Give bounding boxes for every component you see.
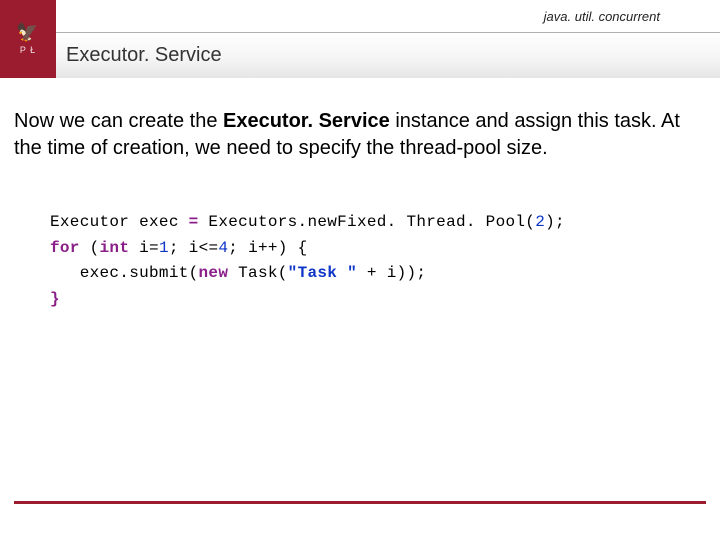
footer-rule (14, 501, 706, 504)
supertitle: java. util. concurrent (56, 0, 720, 32)
code-token: Fixed. Thread. Pool (337, 213, 525, 231)
code-block: Executor exec = Executors.newFixed. Thre… (50, 210, 706, 312)
code-number: 1 (159, 239, 169, 257)
code-token: i= (129, 239, 159, 257)
code-string: "Task " (288, 264, 357, 282)
code-line-4: } (50, 287, 706, 313)
eagle-icon: 🦅 (16, 23, 39, 41)
logo-letters: P Ł (20, 45, 36, 55)
code-token: ; i++) { (228, 239, 307, 257)
code-keyword: for (50, 239, 80, 257)
code-token: ; i<= (169, 239, 219, 257)
para-bold: Executor. Service (223, 110, 390, 132)
code-token: ); (545, 213, 565, 231)
code-brace: } (50, 290, 60, 308)
code-token: ( (525, 213, 535, 231)
body-paragraph: Now we can create the Executor. Service … (14, 108, 706, 162)
code-line-1: Executor exec = Executors.newFixed. Thre… (50, 210, 706, 236)
slide-content: Now we can create the Executor. Service … (0, 78, 720, 312)
code-keyword: new (199, 264, 229, 282)
code-line-3: exec.submit(new Task("Task " + i)); (50, 261, 706, 287)
university-logo: 🦅 P Ł (0, 0, 56, 78)
code-keyword: int (100, 239, 130, 257)
code-number: 4 (218, 239, 228, 257)
para-pre: Now we can create the (14, 110, 223, 132)
code-token: ( (80, 239, 100, 257)
code-token: Task( (228, 264, 287, 282)
code-operator: = (189, 213, 199, 231)
header-right: java. util. concurrent Executor. Service (56, 0, 720, 78)
title-row: Executor. Service (56, 33, 720, 78)
slide-title: Executor. Service (66, 44, 222, 67)
code-token: exec.submit( (50, 264, 199, 282)
code-token: + i)); (357, 264, 426, 282)
code-number: 2 (535, 213, 545, 231)
slide-header: 🦅 P Ł java. util. concurrent Executor. S… (0, 0, 720, 78)
code-token: Executor exec (50, 213, 189, 231)
code-line-2: for (int i=1; i<=4; i++) { (50, 236, 706, 262)
code-token: Executors.new (199, 213, 338, 231)
